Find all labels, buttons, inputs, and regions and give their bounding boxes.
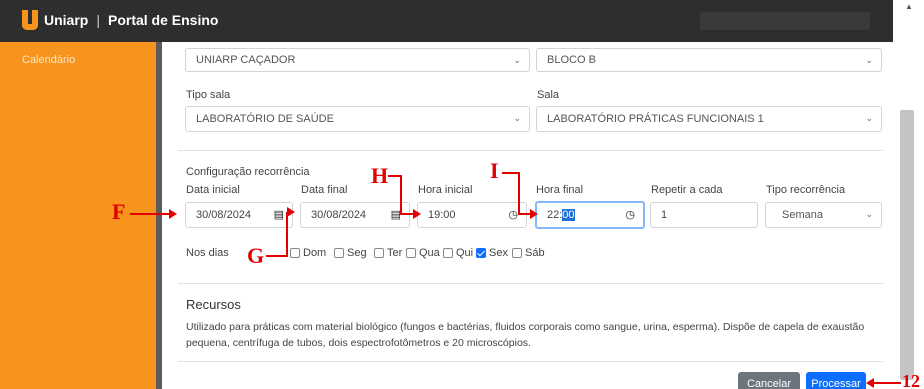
user-area[interactable] [700, 12, 870, 30]
day-label: Ter [387, 247, 403, 259]
bloco-select[interactable]: BLOCO B ⌄ [536, 48, 882, 72]
hora-inicial-value: 19:00 [428, 209, 456, 221]
chevron-down-icon: ⌄ [513, 113, 521, 123]
sala-select[interactable]: LABORATÓRIO PRÁTICAS FUNCIONAIS 1 ⌄ [536, 106, 882, 132]
nos-dias-label: Nos dias [186, 247, 229, 259]
data-inicial-label: Data inicial [186, 184, 240, 196]
top-bar: Uniarp | Portal de Ensino [0, 0, 893, 42]
process-button[interactable]: Processar [806, 372, 866, 389]
chevron-down-icon: ⌄ [513, 55, 521, 65]
campus-value: UNIARP CAÇADOR [196, 54, 296, 66]
checkbox[interactable] [443, 248, 453, 258]
divider [178, 150, 883, 151]
arrow-right-icon [287, 207, 295, 217]
hora-inicial-label: Hora inicial [418, 184, 473, 196]
annotation-i-line-v [518, 172, 520, 215]
checkbox[interactable] [406, 248, 416, 258]
day-checkbox-seg[interactable]: Seg [334, 247, 367, 259]
data-inicial-input[interactable]: 30/08/2024 ▤ [185, 202, 293, 228]
arrow-right-icon [169, 209, 177, 219]
tipo-recorrencia-value: Semana [782, 209, 823, 221]
scrollbar-thumb[interactable] [900, 110, 914, 380]
checkbox[interactable] [374, 248, 384, 258]
sidebar-item-calendario[interactable]: Calendário [22, 54, 75, 66]
day-label: Sáb [525, 247, 545, 259]
checkbox[interactable] [290, 248, 300, 258]
hora-inicial-input[interactable]: 19:00 ◷ [417, 202, 527, 228]
scroll-up-icon[interactable]: ▲ [905, 2, 913, 11]
data-final-label: Data final [301, 184, 348, 196]
repetir-input[interactable]: 1 [650, 202, 758, 228]
checkbox[interactable] [334, 248, 344, 258]
day-label: Seg [347, 247, 367, 259]
tipo-sala-value: LABORATÓRIO DE SAÚDE [196, 113, 334, 125]
checkbox-checked[interactable] [476, 248, 486, 258]
day-checkbox-dom[interactable]: Dom [290, 247, 326, 259]
annotation-12-line [873, 382, 901, 384]
campus-select[interactable]: UNIARP CAÇADOR ⌄ [185, 48, 530, 72]
bloco-value: BLOCO B [547, 54, 596, 66]
hora-final-hours: 22: [547, 209, 563, 221]
day-checkbox-qui[interactable]: Qui [443, 247, 473, 259]
chevron-down-icon: ⌄ [865, 55, 873, 65]
repetir-label: Repetir a cada [651, 184, 723, 196]
recursos-line-2: pequena, centrífuga de tubos, dois espec… [186, 337, 531, 349]
chevron-down-icon: ⌄ [865, 209, 873, 219]
tipo-sala-label: Tipo sala [186, 89, 231, 101]
annotation-h: H [371, 163, 389, 188]
annotation-h-line-h2 [400, 213, 414, 215]
brand[interactable]: Uniarp | Portal de Ensino [22, 10, 218, 30]
annotation-g-line-h [266, 255, 288, 257]
cancel-button[interactable]: Cancelar [738, 372, 800, 389]
recursos-title: Recursos [186, 297, 241, 312]
day-label: Dom [303, 247, 327, 259]
hora-final-label: Hora final [536, 184, 584, 196]
data-final-input[interactable]: 30/08/2024 ▤ [300, 202, 410, 228]
recursos-description: Utilizado para práticas com material bio… [186, 319, 886, 351]
annotation-g: G [247, 243, 265, 268]
divider [178, 361, 883, 362]
recursos-line-1: Utilizado para práticas com material bio… [186, 321, 865, 333]
data-final-value: 30/08/2024 [311, 209, 367, 221]
day-checkbox-qua[interactable]: Qua [406, 247, 440, 259]
uniarp-logo-icon [22, 10, 38, 30]
calendar-icon[interactable]: ▤ [274, 208, 284, 221]
clock-icon[interactable]: ◷ [508, 208, 518, 221]
day-label: Qua [419, 247, 440, 259]
hora-final-minutes: 00 [562, 209, 575, 221]
annotation-f-line [130, 213, 170, 215]
brand-separator: | [96, 12, 100, 28]
portal-title: Portal de Ensino [107, 12, 219, 28]
day-checkbox-sex[interactable]: Sex [476, 247, 508, 259]
sala-value: LABORATÓRIO PRÁTICAS FUNCIONAIS 1 [547, 113, 764, 125]
annotation-f: F [112, 199, 126, 224]
clock-icon[interactable]: ◷ [625, 208, 635, 221]
sala-label: Sala [537, 89, 560, 101]
day-checkbox-sab[interactable]: Sáb [512, 247, 545, 259]
day-label: Qui [456, 247, 474, 259]
arrow-right-icon [413, 209, 421, 219]
tipo-recorrencia-select[interactable]: Semana ⌄ [765, 202, 882, 228]
checkbox[interactable] [512, 248, 522, 258]
day-checkbox-ter[interactable]: Ter [374, 247, 402, 259]
repetir-value: 1 [661, 209, 668, 221]
annotation-h-line-v [400, 175, 402, 215]
chevron-down-icon: ⌄ [865, 113, 873, 123]
recorrencia-title: Configuração recorrência [186, 166, 310, 178]
tipo-recorrencia-label: Tipo recorrência [766, 184, 846, 196]
page: Uniarp | Portal de Ensino Calendário UNI… [0, 0, 924, 389]
annotation-i: I [490, 158, 499, 183]
arrow-right-icon [530, 209, 538, 219]
brand-name: Uniarp [44, 12, 89, 28]
annotation-g-line-v [286, 212, 288, 257]
data-inicial-value: 30/08/2024 [196, 209, 252, 221]
hora-final-input[interactable]: 22:00 ◷ [535, 201, 645, 229]
day-label: Sex [489, 247, 508, 259]
sidebar: Calendário [0, 42, 156, 389]
tipo-sala-select[interactable]: LABORATÓRIO DE SAÚDE ⌄ [185, 106, 530, 132]
annotation-12: 12 [902, 371, 920, 389]
divider [178, 283, 883, 284]
